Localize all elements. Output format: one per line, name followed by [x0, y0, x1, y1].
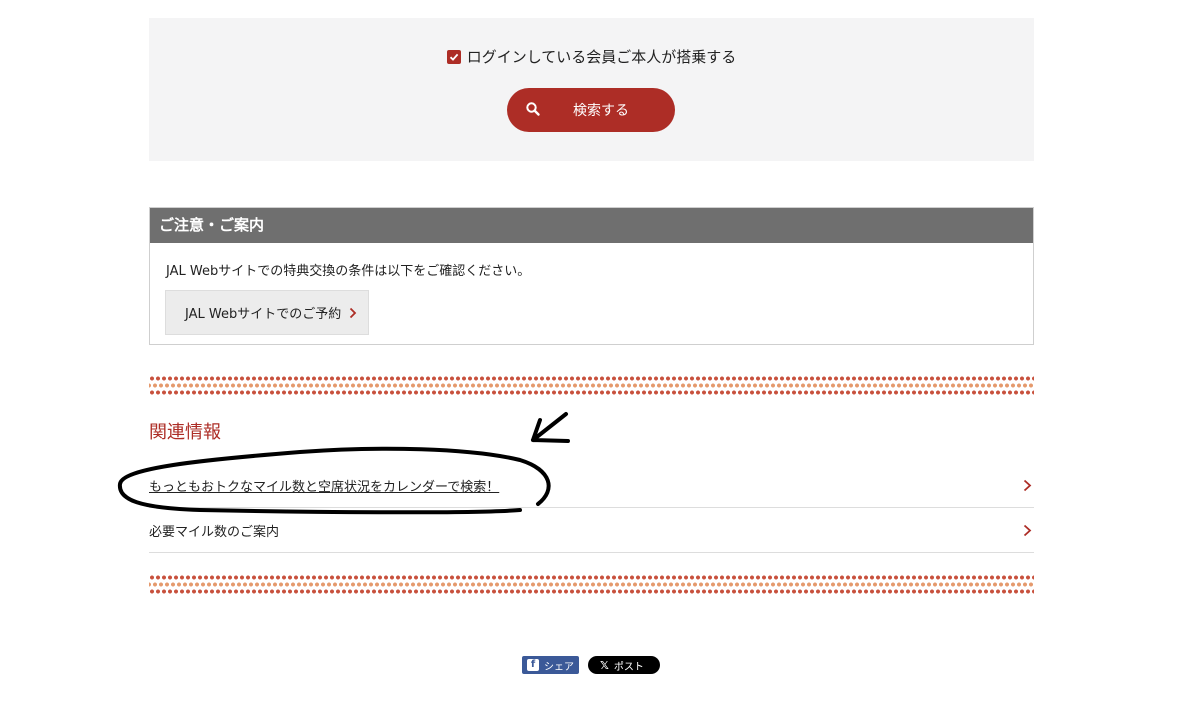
dotted-divider-top	[149, 375, 1034, 397]
notice-title: ご注意・ご案内	[150, 208, 1033, 243]
x-logo-icon: 𝕏	[600, 658, 609, 672]
x-post-label: ポスト	[613, 661, 644, 673]
dotted-divider-bottom	[149, 574, 1034, 596]
facebook-share-label: シェア	[544, 661, 574, 673]
related-link-label[interactable]: もっともおトクなマイル数と空席状況をカレンダーで検索！	[149, 476, 499, 495]
chevron-right-icon	[1023, 524, 1032, 536]
related-link-label[interactable]: 必要マイル数のご案内	[149, 521, 279, 540]
reserve-button-label: JAL Webサイトでのご予約	[185, 307, 342, 322]
search-button-label: 検索する	[573, 103, 629, 119]
notice-text: JAL Webサイトでの特典交換の条件は以下をご確認ください。	[166, 264, 531, 279]
search-icon	[526, 102, 540, 116]
x-post-button[interactable]: 𝕏 ポスト	[588, 656, 660, 674]
chevron-right-icon	[350, 307, 357, 318]
related-link-calendar-search[interactable]: もっともおトクなマイル数と空席状況をカレンダーで検索！	[149, 463, 1034, 508]
page: ログインしている会員ご本人が搭乗する 検索する ご注意・ご案内 JAL Webサ…	[0, 0, 1200, 709]
related-link-required-miles[interactable]: 必要マイル数のご案内	[149, 508, 1034, 553]
checkbox-checked-icon[interactable]	[446, 50, 461, 64]
checkbox-label: ログインしている会員ご本人が搭乗する	[466, 48, 737, 66]
related-info-title: 関連情報	[149, 422, 221, 443]
facebook-share-button[interactable]: f シェア	[522, 656, 579, 674]
jal-web-reserve-button[interactable]: JAL Webサイトでのご予約	[165, 290, 369, 335]
search-button[interactable]: 検索する	[507, 88, 675, 132]
notice-box: ご注意・ご案内 JAL Webサイトでの特典交換の条件は以下をご確認ください。 …	[149, 207, 1034, 345]
annotation-arrow-icon	[531, 412, 570, 443]
member-checkbox-row[interactable]: ログインしている会員ご本人が搭乗する	[149, 47, 1034, 67]
chevron-right-icon	[1023, 479, 1032, 491]
facebook-icon: f	[527, 659, 539, 671]
search-panel: ログインしている会員ご本人が搭乗する 検索する	[149, 18, 1034, 161]
